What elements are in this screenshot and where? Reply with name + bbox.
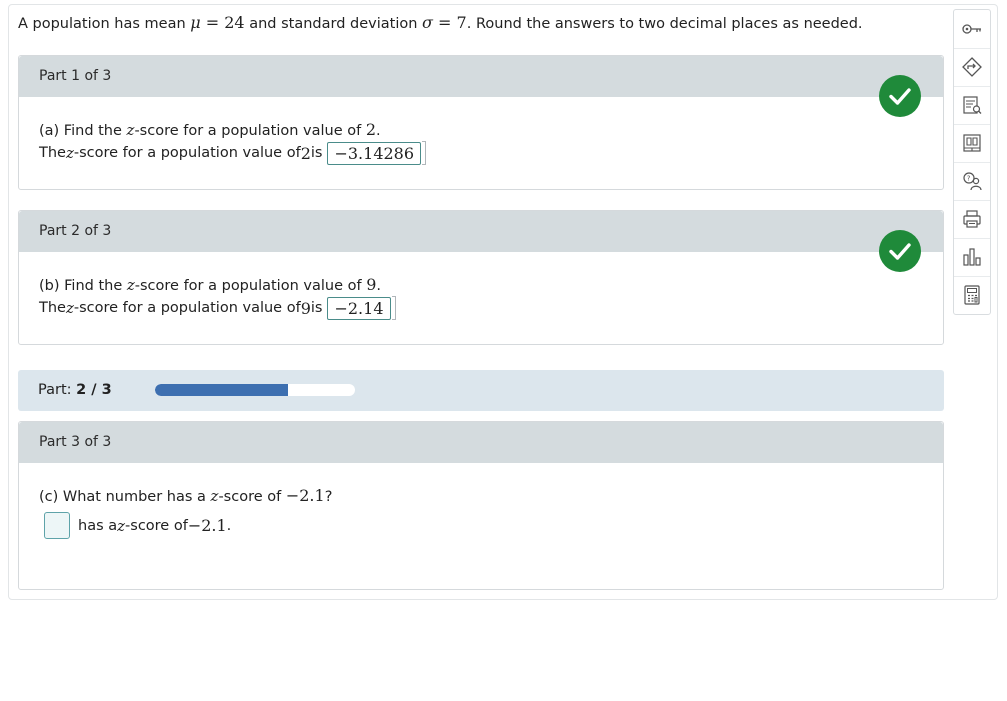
print-icon bbox=[963, 210, 981, 228]
part-3-header: Part 3 of 3 bbox=[19, 422, 943, 463]
part-3-answer-line: has a z -score of −2.1. bbox=[44, 512, 231, 539]
part-1-answer-line: The z -score for a population value of 2 … bbox=[39, 141, 427, 165]
help-button[interactable]: ? bbox=[954, 162, 990, 201]
svg-text:?: ? bbox=[967, 175, 971, 183]
part-progress: Part: 2 / 3 bbox=[18, 370, 944, 411]
part-2-header: Part 2 of 3 bbox=[19, 211, 943, 252]
progress-bar-fill bbox=[155, 384, 289, 396]
key-button[interactable] bbox=[954, 10, 990, 49]
part-2-answer-line: The z -score for a population value of 9 … bbox=[39, 296, 396, 320]
part-2-question: (b) Find the z-score for a population va… bbox=[39, 275, 381, 294]
part-3-card: Part 3 of 3 (c) What number has a z-scor… bbox=[18, 421, 944, 590]
bar-chart-icon bbox=[963, 248, 981, 266]
statistics-button[interactable] bbox=[954, 238, 990, 277]
examples-button[interactable] bbox=[954, 86, 990, 125]
part-1-correct-check-icon bbox=[879, 75, 921, 117]
part-3-answer-input[interactable] bbox=[44, 512, 70, 539]
guide-diamond-icon bbox=[962, 57, 982, 77]
part-2-correct-check-icon bbox=[879, 230, 921, 272]
question-prompt: A population has mean μ = 24 and standar… bbox=[18, 13, 863, 32]
calculator-icon bbox=[964, 285, 980, 305]
part-1-question: (a) Find the z-score for a population va… bbox=[39, 120, 381, 139]
part-1-card: Part 1 of 3 (a) Find the z-score for a p… bbox=[18, 55, 944, 190]
textbook-button[interactable] bbox=[954, 124, 990, 163]
list-search-icon bbox=[963, 96, 982, 114]
textbook-icon bbox=[963, 134, 981, 152]
progress-label: Part: 2 / 3 bbox=[38, 382, 112, 398]
part-2-answer-box[interactable]: −2.14 bbox=[327, 296, 391, 320]
calculator-button[interactable] bbox=[954, 276, 990, 314]
key-icon bbox=[962, 24, 981, 34]
part-1-answer-box[interactable]: −3.14286 bbox=[327, 141, 422, 165]
guide-button[interactable] bbox=[954, 48, 990, 87]
part-1-header: Part 1 of 3 bbox=[19, 56, 943, 97]
part-3-question: (c) What number has a z-score of −2.1? bbox=[39, 486, 333, 505]
part-2-card: Part 2 of 3 (b) Find the z-score for a p… bbox=[18, 210, 944, 345]
tools-toolbar: ? bbox=[953, 9, 991, 315]
help-person-icon: ? bbox=[963, 172, 982, 191]
print-button[interactable] bbox=[954, 200, 990, 239]
progress-bar bbox=[155, 384, 355, 396]
